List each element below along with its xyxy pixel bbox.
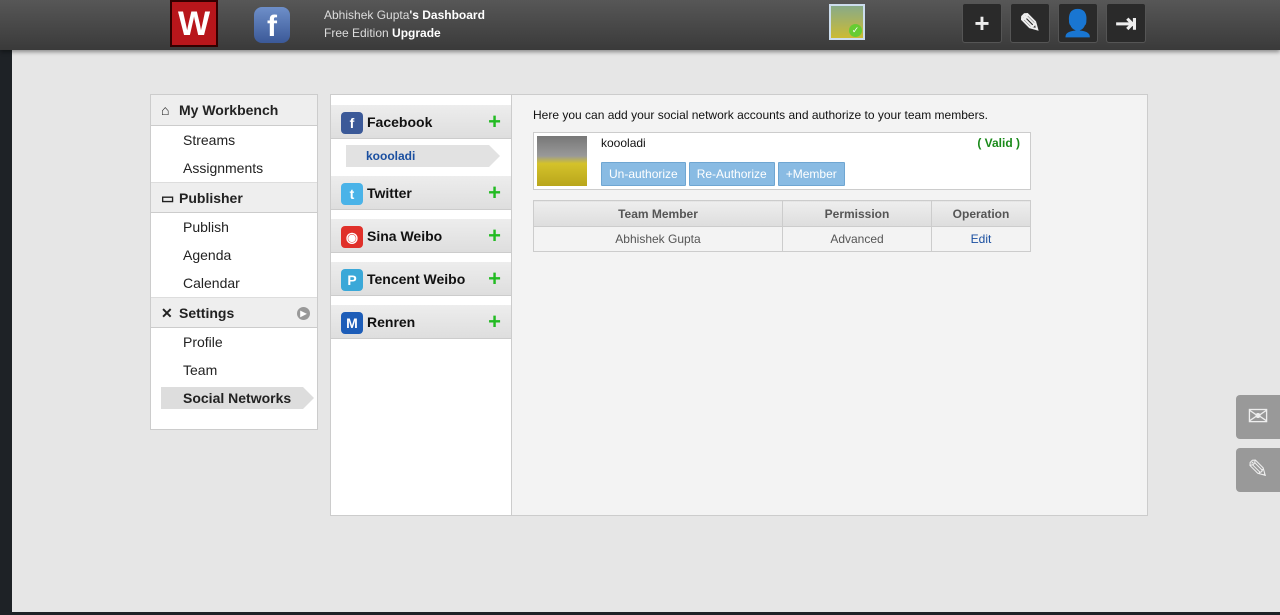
home-icon: ⌂	[161, 102, 170, 118]
account-card: koooladi ( Valid ) Un-authorize Re-Author…	[533, 132, 1031, 190]
section-label: Publisher	[179, 190, 243, 206]
profile-button[interactable]: 👤	[1058, 3, 1098, 43]
facebook-icon: f	[341, 112, 363, 135]
team-table: Team Member Permission Operation Abhishek …	[533, 200, 1031, 252]
monitor-icon: ▭	[161, 190, 175, 206]
sidebar-item-team[interactable]: Team	[151, 356, 317, 384]
network-label: Renren	[367, 314, 416, 330]
network-label: Tencent Weibo	[367, 271, 466, 287]
sidebar-section-settings[interactable]: ✕ Settings ▶	[151, 297, 317, 328]
add-icon[interactable]: +	[488, 105, 501, 139]
weibo-icon: ◉	[341, 226, 363, 249]
arrow-right-icon: ▶	[297, 307, 310, 320]
sidebar-item-social-networks[interactable]: Social Networks	[161, 387, 314, 409]
network-sina-weibo[interactable]: ◉ Sina Weibo +	[331, 219, 511, 253]
column-header: Operation	[931, 200, 1031, 227]
sidebar-section-publisher[interactable]: ▭ Publisher	[151, 182, 317, 213]
status-badge: ( Valid )	[977, 136, 1020, 150]
network-label: Sina Weibo	[367, 228, 443, 244]
account-avatar	[537, 136, 587, 186]
section-label: Settings	[179, 305, 235, 321]
top-bar: W f Abhishek Gupta's Dashboard Free Edit…	[0, 0, 1280, 50]
tencent-icon: P	[341, 269, 363, 292]
member-name: Abhishek Gupta	[533, 226, 783, 252]
add-icon[interactable]: +	[488, 262, 501, 296]
section-label: My Workbench	[179, 102, 279, 118]
mail-button[interactable]: ✉	[1236, 395, 1280, 439]
avatar[interactable]: ✓	[829, 4, 865, 40]
edit-button[interactable]: ✎	[1010, 3, 1050, 43]
facebook-icon[interactable]: f	[254, 7, 290, 43]
add-member-button[interactable]: +Member	[777, 162, 845, 186]
main-panel: f Facebook + koooladi t Twitter + ◉ Sina Weib…	[330, 94, 1148, 516]
sidebar-item-calendar[interactable]: Calendar	[151, 269, 317, 297]
intro-text: Here you can add your social network acc…	[533, 108, 988, 122]
account-name: koooladi	[601, 136, 646, 150]
unauthorize-button[interactable]: Un-authorize	[601, 162, 686, 186]
sidebar: ⌂ My Workbench Streams Assignments ▭ Publi…	[150, 94, 318, 430]
column-header: Team Member	[533, 200, 783, 227]
dashboard-title: Abhishek Gupta's Dashboard Free Edition …	[324, 6, 485, 42]
table-row: Abhishek Gupta Advanced Edit	[533, 226, 1031, 252]
check-icon: ✓	[849, 24, 862, 37]
column-header: Permission	[782, 200, 932, 227]
network-tencent-weibo[interactable]: P Tencent Weibo +	[331, 262, 511, 296]
sidebar-item-streams[interactable]: Streams	[151, 126, 317, 154]
network-facebook[interactable]: f Facebook +	[331, 105, 511, 139]
add-icon[interactable]: +	[488, 219, 501, 253]
account-item[interactable]: koooladi	[346, 145, 500, 167]
edition-label: Free Edition	[324, 26, 389, 40]
tools-icon: ✕	[161, 305, 173, 321]
twitter-icon: t	[341, 183, 363, 206]
network-label: Twitter	[367, 185, 412, 201]
title-suffix: 's Dashboard	[409, 8, 485, 22]
app-logo[interactable]: W	[170, 0, 218, 47]
user-name: Abhishek Gupta	[324, 8, 410, 22]
network-label: Facebook	[367, 114, 433, 130]
network-twitter[interactable]: t Twitter +	[331, 176, 511, 210]
permission: Advanced	[782, 226, 932, 252]
network-renren[interactable]: M Renren +	[331, 305, 511, 339]
sidebar-item-agenda[interactable]: Agenda	[151, 241, 317, 269]
add-button[interactable]: +	[962, 3, 1002, 43]
add-icon[interactable]: +	[488, 305, 501, 339]
edit-link[interactable]: Edit	[971, 232, 992, 246]
sidebar-item-profile[interactable]: Profile	[151, 328, 317, 356]
logout-button[interactable]: ⇥	[1106, 3, 1146, 43]
feedback-button[interactable]: ✎	[1236, 448, 1280, 492]
sidebar-item-assignments[interactable]: Assignments	[151, 154, 317, 182]
upgrade-link[interactable]: Upgrade	[392, 26, 441, 40]
sidebar-section-workbench[interactable]: ⌂ My Workbench	[151, 95, 317, 126]
add-icon[interactable]: +	[488, 176, 501, 210]
reauthorize-button[interactable]: Re-Authorize	[688, 162, 775, 186]
network-list: f Facebook + koooladi t Twitter + ◉ Sina Weib…	[331, 95, 512, 515]
renren-icon: M	[341, 312, 363, 335]
sidebar-item-publish[interactable]: Publish	[151, 213, 317, 241]
